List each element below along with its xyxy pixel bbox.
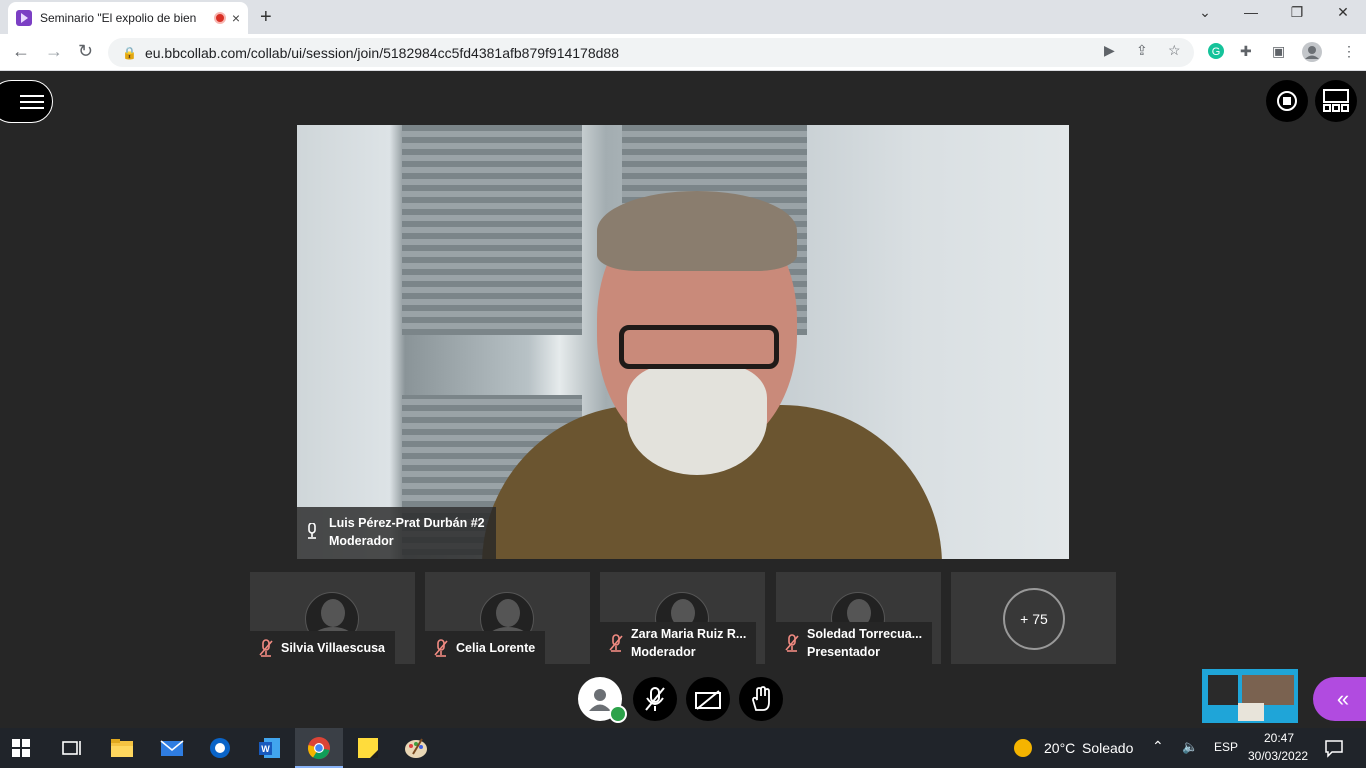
stop-icon [1277, 91, 1297, 111]
collaborate-favicon-icon [16, 10, 32, 26]
participant-name: Soledad Torrecua... [807, 627, 923, 641]
tab-title: Seminario "El expolio de bien [40, 11, 197, 25]
microphone-toggle-button[interactable] [633, 677, 677, 721]
weather-temp: 20°C [1044, 740, 1076, 756]
participant-tile[interactable]: Zara Maria Ruiz R... Moderador [600, 572, 765, 664]
speaker-role: Moderador [329, 534, 394, 548]
reload-icon[interactable]: ↻ [78, 41, 93, 62]
open-panel-button[interactable]: « [1313, 677, 1366, 721]
participant-tile[interactable]: Silvia Villaescusa [250, 572, 415, 664]
url-text: eu.bbcollab.com/collab/ui/session/join/5… [144, 44, 619, 61]
sticky-notes-icon[interactable] [356, 736, 380, 760]
word-icon[interactable]: W [258, 736, 282, 760]
raise-hand-icon [752, 686, 770, 711]
participant-label: Celia Lorente [425, 631, 546, 664]
participant-tile[interactable]: Soledad Torrecua... Presentador [776, 572, 941, 664]
mail-icon[interactable] [160, 736, 184, 760]
grid-layout-icon [1323, 89, 1349, 112]
browser-tabbar: Seminario "El expolio de bien × + ⌄ — ❐ … [0, 0, 1366, 34]
status-ok-icon [609, 705, 627, 723]
menu-kebab-icon[interactable]: ⋮ [1342, 43, 1356, 60]
camera-toggle-button[interactable] [686, 677, 730, 721]
layout-button[interactable] [1315, 80, 1357, 122]
profile-avatar-icon[interactable] [1302, 42, 1322, 62]
participant-label: Soledad Torrecua... Presentador [776, 622, 933, 664]
svg-text:W: W [261, 744, 270, 754]
participant-name: Celia Lorente [456, 640, 536, 655]
raise-hand-button[interactable] [739, 677, 783, 721]
windows-taskbar: W 20°C Soleado ⌃ 🔈 ESP 20:47 30/03/2022 [0, 728, 1366, 768]
outlook-icon[interactable] [208, 736, 232, 760]
side-panel-icon[interactable]: ▣ [1272, 43, 1285, 60]
thumbnail-image [1242, 675, 1294, 705]
window-shutter [402, 125, 582, 335]
clock-date[interactable]: 30/03/2022 [1248, 749, 1308, 763]
address-bar[interactable]: 🔒 eu.bbcollab.com/collab/ui/session/join… [108, 38, 1194, 67]
speaker-video: Luis Pérez-Prat Durbán #2 Moderador [297, 125, 1069, 559]
task-view-icon[interactable] [60, 736, 84, 760]
browser-toolbar: ← → ↻ 🔒 eu.bbcollab.com/collab/ui/sessio… [0, 34, 1366, 71]
lock-icon: 🔒 [122, 45, 137, 60]
share-icon[interactable]: ⇪ [1136, 42, 1148, 59]
session-menu-button[interactable] [0, 80, 53, 123]
svg-text:G: G [1212, 46, 1221, 58]
participant-label: Zara Maria Ruiz R... Moderador [600, 622, 757, 664]
tab-close-icon[interactable]: × [232, 10, 240, 26]
more-participants-count: + 75 [1003, 588, 1065, 650]
show-hidden-icons-chevron-icon[interactable]: ⌃ [1152, 738, 1164, 755]
mic-muted-icon [259, 638, 273, 657]
stop-recording-button[interactable] [1266, 80, 1308, 122]
participant-tile[interactable]: Celia Lorente [425, 572, 590, 664]
speaker-volume-icon[interactable]: 🔈 [1182, 739, 1198, 755]
forward-icon[interactable]: → [45, 41, 63, 62]
tab-search-icon[interactable]: ⌄ [1182, 4, 1228, 21]
collaborate-session: Luis Pérez-Prat Durbán #2 Moderador Silv… [0, 71, 1366, 728]
thumbnail-image [1208, 675, 1238, 705]
restore-icon[interactable]: ❐ [1274, 4, 1320, 21]
clock-time[interactable]: 20:47 [1264, 731, 1294, 745]
microphone-icon [308, 523, 316, 539]
browser-tab[interactable]: Seminario "El expolio de bien × [8, 2, 248, 34]
participant-label: Silvia Villaescusa [250, 631, 396, 664]
shared-content-thumbnail[interactable] [1202, 669, 1298, 723]
mic-muted-icon [434, 638, 448, 657]
mic-muted-icon [609, 634, 623, 652]
speaker-glasses [619, 325, 779, 369]
speaker-hair [597, 191, 797, 271]
weather-sun-icon[interactable] [1013, 738, 1037, 762]
my-status-button[interactable] [578, 677, 627, 723]
speaker-beard [627, 365, 767, 475]
speaker-name: Luis Pérez-Prat Durbán #2 [329, 516, 485, 530]
bookmark-star-icon[interactable]: ☆ [1168, 42, 1181, 59]
camera-off-icon [695, 690, 721, 710]
mic-muted-icon [785, 634, 799, 652]
weather-desc: Soleado [1082, 740, 1134, 756]
file-explorer-icon[interactable] [110, 736, 134, 760]
more-participants-tile[interactable]: + 75 [951, 572, 1116, 664]
user-avatar-icon [589, 689, 611, 711]
participant-role: Moderador [631, 645, 696, 659]
notifications-icon[interactable] [1324, 738, 1348, 762]
participant-name: Silvia Villaescusa [281, 640, 386, 655]
minimize-icon[interactable]: — [1228, 4, 1274, 20]
close-window-icon[interactable]: ✕ [1320, 4, 1366, 21]
windows-start-icon[interactable] [12, 739, 36, 763]
mic-off-icon [645, 687, 665, 711]
recording-indicator-icon [213, 12, 226, 24]
thumbnail-image [1238, 703, 1264, 721]
extensions-icon[interactable]: ✚ [1240, 43, 1252, 60]
participant-name: Zara Maria Ruiz R... [631, 627, 747, 641]
paint-icon[interactable] [404, 736, 428, 760]
chrome-icon[interactable] [307, 736, 331, 760]
grammarly-icon[interactable]: G [1208, 43, 1224, 59]
input-language[interactable]: ESP [1214, 740, 1238, 754]
new-tab-button[interactable]: + [260, 6, 272, 29]
speaker-label: Luis Pérez-Prat Durbán #2 Moderador [297, 507, 496, 559]
back-icon[interactable]: ← [12, 41, 30, 62]
camera-icon[interactable]: ▶ [1104, 42, 1115, 59]
participant-role: Presentador [807, 645, 880, 659]
